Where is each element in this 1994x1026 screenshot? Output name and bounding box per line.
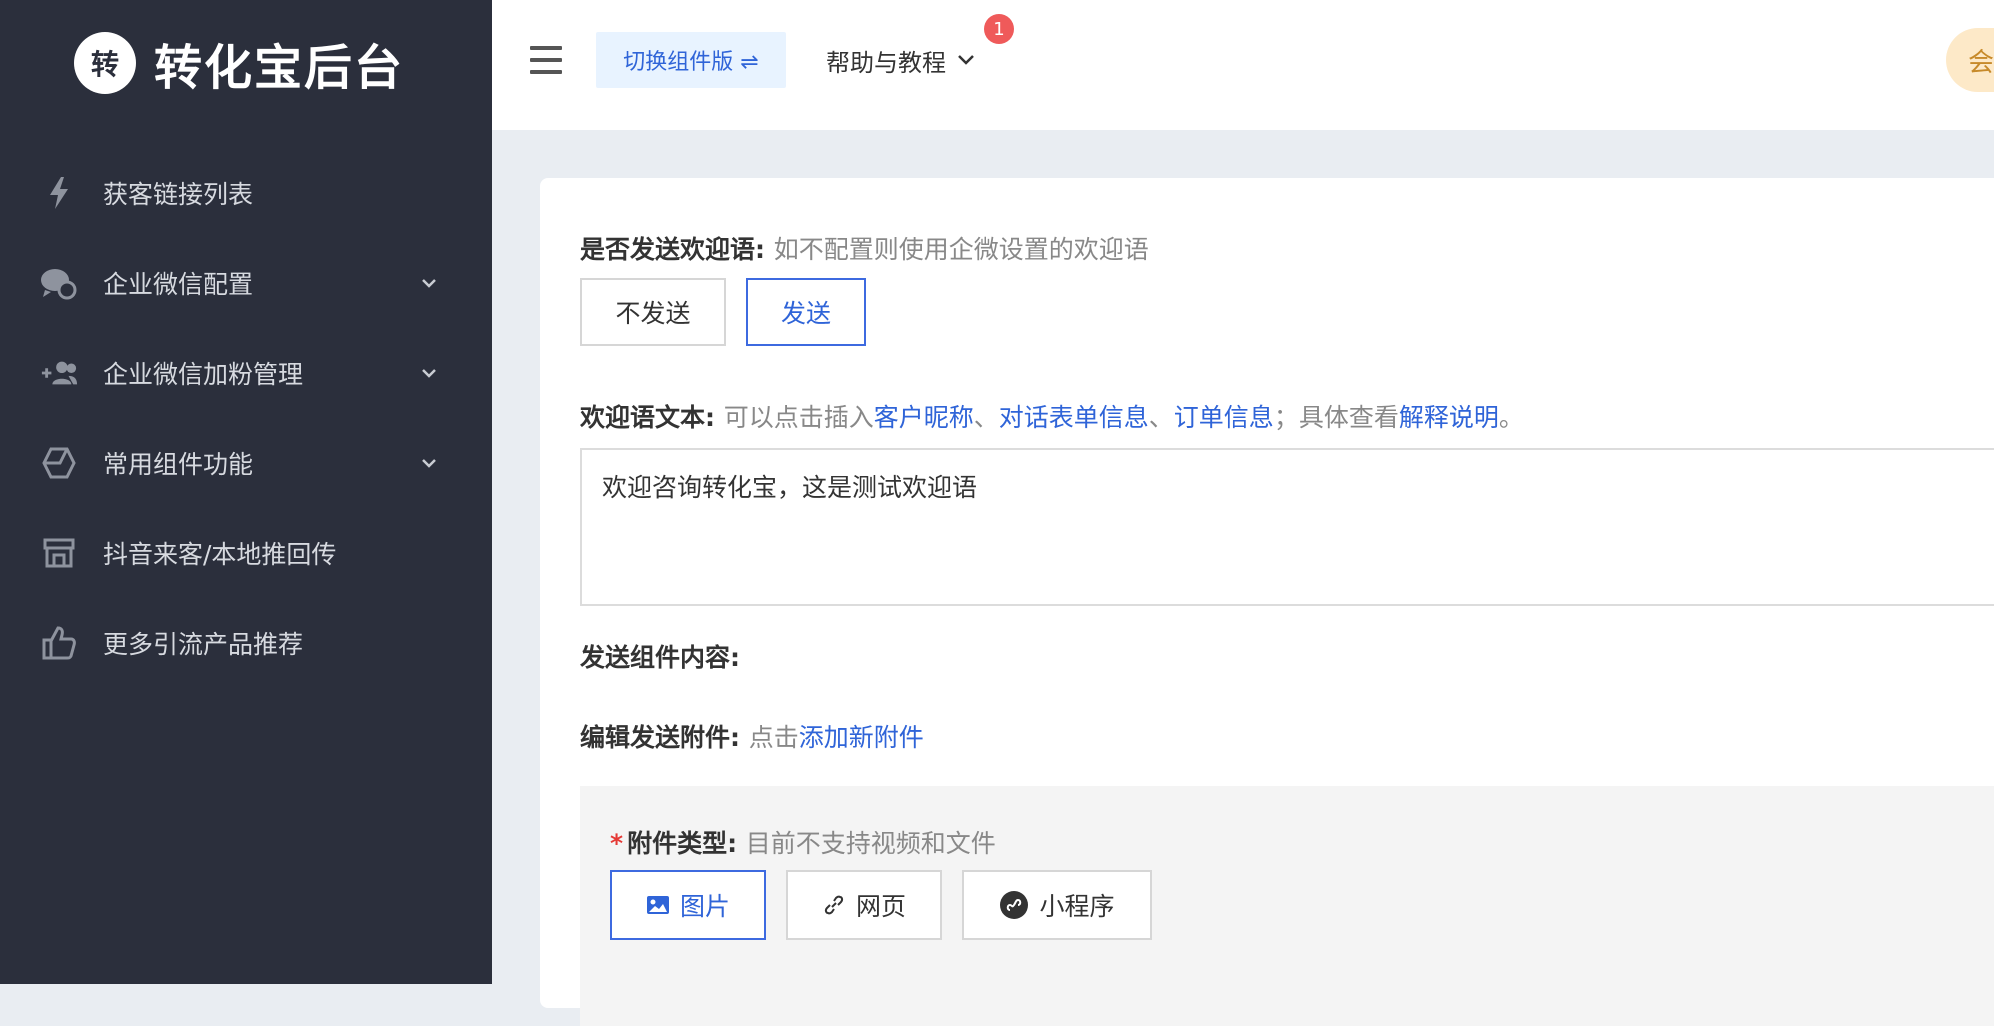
send-button[interactable]: 发送 — [746, 278, 866, 346]
sidebar-item-wecom-config[interactable]: 企业微信配置 — [0, 238, 492, 328]
switch-version-button[interactable]: 切换组件版 ⇌ — [596, 32, 786, 88]
sidebar-item-lead-links[interactable]: 获客链接列表 — [0, 148, 492, 238]
mini-program-icon — [999, 890, 1029, 920]
notification-badge: 1 — [984, 14, 1014, 44]
menu-toggle-icon[interactable] — [530, 46, 562, 74]
image-icon — [646, 895, 670, 915]
sidebar-item-label: 获客链接列表 — [103, 180, 254, 209]
sidebar-item-wecom-fans[interactable]: 企业微信加粉管理 — [0, 328, 492, 418]
chevron-down-icon — [958, 55, 974, 65]
sidebar-item-label: 常用组件功能 — [103, 450, 254, 479]
thumbs-up-icon — [40, 624, 78, 662]
welcome-send-label: 是否发送欢迎语: 如不配置则使用企微设置的欢迎语 — [580, 235, 1149, 264]
attachment-panel: * 附件类型: 目前不支持视频和文件 图片 网页 小程序 — [580, 786, 1994, 1026]
insert-form-info-link[interactable]: 对话表单信息 — [999, 403, 1149, 432]
insert-order-info-link[interactable]: 订单信息 — [1174, 403, 1274, 432]
welcome-text-input[interactable]: 欢迎咨询转化宝，这是测试欢迎语 — [580, 448, 1994, 606]
lightning-icon — [40, 174, 78, 212]
link-icon — [822, 893, 846, 917]
brand[interactable]: 转 转化宝后台 — [74, 28, 404, 98]
sidebar-menu: 获客链接列表 企业微信配置 企业微信加粉管理 常用组件功能 抖音来客/本地推回传… — [0, 148, 492, 688]
hexagon-icon — [40, 444, 78, 482]
sidebar: 转 转化宝后台 获客链接列表 企业微信配置 企业微信加粉管理 常用组件功能 抖音… — [0, 0, 492, 984]
type-image-button[interactable]: 图片 — [610, 870, 766, 940]
sidebar-item-label: 更多引流产品推荐 — [103, 630, 304, 659]
attachment-type-label: * 附件类型: 目前不支持视频和文件 — [610, 829, 996, 858]
component-content-label: 发送组件内容: — [580, 643, 740, 672]
chat-bubbles-icon — [40, 264, 78, 302]
chevron-down-icon — [422, 279, 436, 288]
add-attachment-link[interactable]: 添加新附件 — [799, 723, 924, 752]
main-card: 是否发送欢迎语: 如不配置则使用企微设置的欢迎语 不发送 发送 欢迎语文本: 可… — [540, 178, 1994, 1026]
brand-title: 转化宝后台 — [154, 40, 405, 96]
topbar: 切换组件版 ⇌ 帮助与教程 1 会 — [492, 0, 1994, 130]
attachments-label: 编辑发送附件: 点击添加新附件 — [580, 723, 924, 752]
explain-link[interactable]: 解释说明 — [1399, 403, 1499, 432]
sidebar-item-douyin[interactable]: 抖音来客/本地推回传 — [0, 508, 492, 598]
welcome-send-hint: 如不配置则使用企微设置的欢迎语 — [773, 235, 1149, 264]
sidebar-item-more-products[interactable]: 更多引流产品推荐 — [0, 598, 492, 688]
sidebar-item-label: 抖音来客/本地推回传 — [103, 540, 337, 569]
chevron-down-icon — [422, 459, 436, 468]
help-dropdown[interactable]: 帮助与教程 — [826, 40, 976, 80]
chevron-down-icon — [422, 369, 436, 378]
type-webpage-button[interactable]: 网页 — [786, 870, 942, 940]
avatar[interactable]: 会 — [1946, 28, 1994, 92]
welcome-text-label: 欢迎语文本: 可以点击插入客户昵称、对话表单信息、订单信息；具体查看解释说明。 — [580, 403, 1524, 432]
store-icon — [40, 534, 78, 572]
sidebar-item-components[interactable]: 常用组件功能 — [0, 418, 492, 508]
type-mini-program-button[interactable]: 小程序 — [962, 870, 1152, 940]
help-label: 帮助与教程 — [826, 48, 946, 77]
sidebar-item-label: 企业微信配置 — [103, 270, 254, 299]
brand-logo: 转 — [74, 32, 136, 94]
insert-nickname-link[interactable]: 客户昵称 — [874, 403, 974, 432]
sidebar-item-label: 企业微信加粉管理 — [103, 360, 304, 389]
no-send-button[interactable]: 不发送 — [580, 278, 726, 346]
add-user-icon — [40, 354, 78, 392]
